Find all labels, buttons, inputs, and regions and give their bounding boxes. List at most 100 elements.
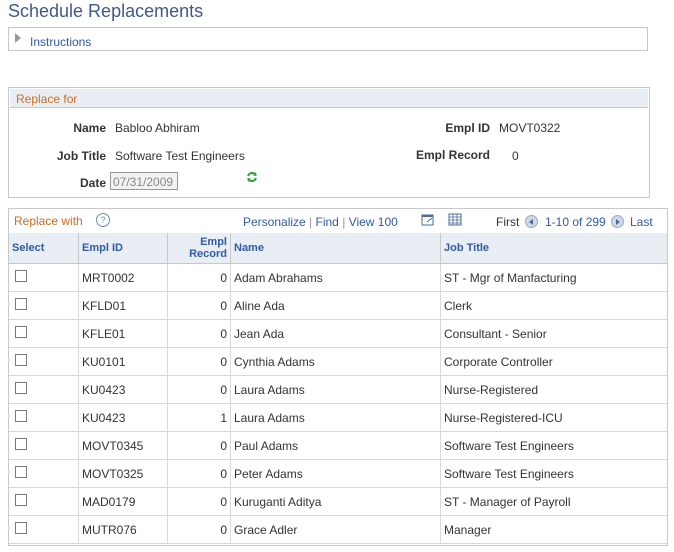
name-cell: Laura Adams (230, 375, 441, 404)
select-cell (9, 459, 79, 488)
expand-triangle-icon[interactable] (15, 33, 21, 43)
name-cell: Jean Ada (230, 319, 441, 348)
emplid-cell: MOVT0345 (78, 431, 168, 460)
refresh-icon[interactable] (245, 170, 259, 184)
jobtitle-cell: Software Test Engineers (440, 459, 667, 488)
row-checkbox[interactable] (15, 410, 27, 422)
row-checkbox[interactable] (15, 466, 27, 478)
jobtitle-cell: ST - Manager of Payroll (440, 487, 667, 516)
job-title-value: Software Test Engineers (115, 149, 245, 163)
page-title: Schedule Replacements (8, 1, 204, 21)
row-checkbox[interactable] (15, 382, 27, 394)
row-checkbox[interactable] (15, 354, 27, 366)
table-row: KFLE01 0 Jean Ada Consultant - Senior (9, 319, 667, 348)
toolbar-links: Personalize | Find | View 100 (243, 215, 398, 229)
next-page-icon[interactable] (611, 214, 624, 229)
separator: | (309, 215, 313, 229)
last-link[interactable]: Last (630, 215, 653, 229)
table-row: MRT0002 0 Adam Abrahams ST - Mgr of Manfact… (9, 263, 667, 292)
jobtitle-cell: Nurse-Registered-ICU (440, 403, 667, 432)
table-row: KU0423 1 Laura Adams Nurse-Registered-ICU (9, 403, 667, 432)
table-row: KFLD01 0 Aline Ada Clerk (9, 291, 667, 320)
instructions-collapsible[interactable]: Instructions (8, 27, 648, 51)
name-cell: Cynthia Adams (230, 347, 441, 376)
jobtitle-cell: Nurse-Registered (440, 375, 667, 404)
emplid-cell: MOVT0325 (78, 459, 168, 488)
date-field[interactable]: 07/31/2009 (110, 172, 178, 190)
emplid-cell: MRT0002 (78, 263, 168, 292)
help-icon[interactable]: ? (96, 213, 110, 227)
name-cell: Peter Adams (230, 459, 441, 488)
name-cell: Grace Adler (230, 515, 441, 544)
download-grid-icon[interactable] (448, 213, 462, 226)
col-emplrec-line1: Empl (200, 236, 227, 248)
emplrec-cell: 0 (167, 515, 231, 544)
emplid-cell: KU0423 (78, 403, 168, 432)
col-select: Select (9, 233, 79, 264)
emplrec-cell: 0 (167, 375, 231, 404)
page-range: 1-10 of 299 (545, 215, 606, 229)
emplid-cell: MUTR076 (78, 515, 168, 544)
col-emplrec-line2: Record (189, 248, 227, 260)
emplrec-cell: 0 (167, 347, 231, 376)
jobtitle-cell: Clerk (440, 291, 667, 320)
emplrec-cell: 0 (167, 319, 231, 348)
personalize-link[interactable]: Personalize (243, 215, 306, 229)
new-window-icon[interactable] (421, 213, 435, 226)
emplrec-cell: 0 (167, 291, 231, 320)
emplid-cell: KFLD01 (78, 291, 168, 320)
select-cell (9, 375, 79, 404)
view-all-link[interactable]: View 100 (349, 215, 398, 229)
find-link[interactable]: Find (316, 215, 339, 229)
emplrec-label: Empl Record (415, 148, 490, 162)
col-emplrec[interactable]: Empl Record (167, 233, 231, 264)
separator: | (342, 215, 346, 229)
select-cell (9, 487, 79, 516)
select-cell (9, 515, 79, 544)
row-checkbox[interactable] (15, 438, 27, 450)
job-title-label: Job Title (56, 149, 106, 163)
replacement-table: Select Empl ID Empl Record Name Job Title… (9, 233, 667, 544)
select-cell (9, 291, 79, 320)
table-row: MOVT0345 0 Paul Adams Software Test Enginee… (9, 431, 667, 460)
replace-for-title: Replace for (16, 92, 78, 106)
table-row: MAD0179 0 Kuruganti Aditya ST - Manager of … (9, 487, 667, 516)
table-row: KU0423 0 Laura Adams Nurse-Registered (9, 375, 667, 404)
date-label: Date (79, 176, 106, 190)
prev-page-icon[interactable] (525, 214, 538, 229)
col-jobtitle[interactable]: Job Title (440, 233, 667, 264)
row-checkbox[interactable] (15, 298, 27, 310)
emplid-cell: KU0101 (78, 347, 168, 376)
jobtitle-cell: Consultant - Senior (440, 319, 667, 348)
emplrec-cell: 0 (167, 263, 231, 292)
name-cell: Laura Adams (230, 403, 441, 432)
name-cell: Adam Abrahams (230, 263, 441, 292)
replace-with-title: Replace with (14, 214, 83, 228)
select-cell (9, 347, 79, 376)
table-row: MUTR076 0 Grace Adler Manager (9, 515, 667, 544)
emplrec-cell: 0 (167, 431, 231, 460)
jobtitle-cell: ST - Mgr of Manfacturing (440, 263, 667, 292)
col-emplid[interactable]: Empl ID (78, 233, 168, 264)
emplrec-cell: 0 (167, 487, 231, 516)
row-checkbox[interactable] (15, 326, 27, 338)
table-row: MOVT0325 0 Peter Adams Software Test Engine… (9, 459, 667, 488)
emplid-cell: KFLE01 (78, 319, 168, 348)
grid-toolbar: Replace with ? Personalize | Find | View… (9, 209, 667, 234)
select-cell (9, 319, 79, 348)
row-checkbox[interactable] (15, 522, 27, 534)
first-label: First (496, 215, 520, 229)
select-cell (9, 403, 79, 432)
replace-with-grid: Replace with ? Personalize | Find | View… (8, 208, 668, 546)
emplid-cell: MAD0179 (78, 487, 168, 516)
name-label: Name (73, 121, 106, 135)
jobtitle-cell: Corporate Controller (440, 347, 667, 376)
row-checkbox[interactable] (15, 494, 27, 506)
emplrec-value: 0 (512, 149, 519, 163)
jobtitle-cell: Software Test Engineers (440, 431, 667, 460)
col-name[interactable]: Name (230, 233, 441, 264)
instructions-link[interactable]: Instructions (30, 35, 91, 49)
name-cell: Paul Adams (230, 431, 441, 460)
select-cell (9, 431, 79, 460)
row-checkbox[interactable] (15, 270, 27, 282)
